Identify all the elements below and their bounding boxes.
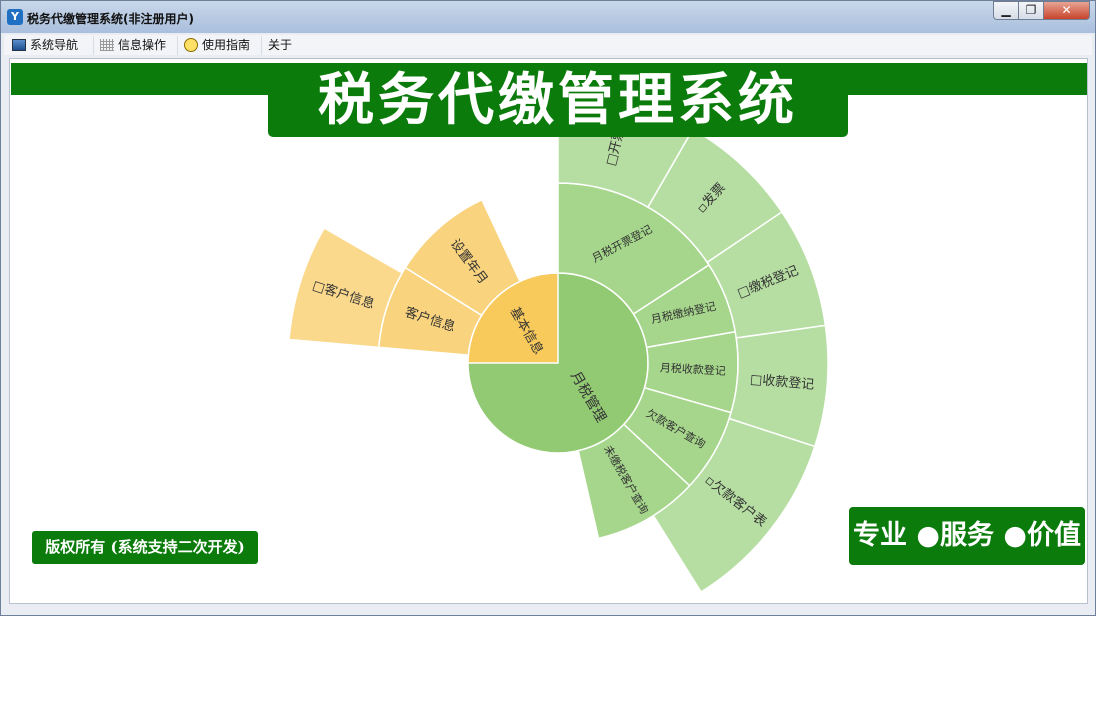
app-window: Y 税务代缴管理系统(非注册用户) ▁ ❐ ✕ 系统导航 信息操作 使用指南 关…: [0, 0, 1096, 616]
banner-title: 税务代缴管理系统: [268, 65, 848, 137]
status-bar: [4, 606, 1092, 614]
copyright-label: 版权所有 (系统支持二次开发): [32, 531, 258, 564]
slogan-label: 专业 ●服务 ●价值: [849, 507, 1085, 565]
